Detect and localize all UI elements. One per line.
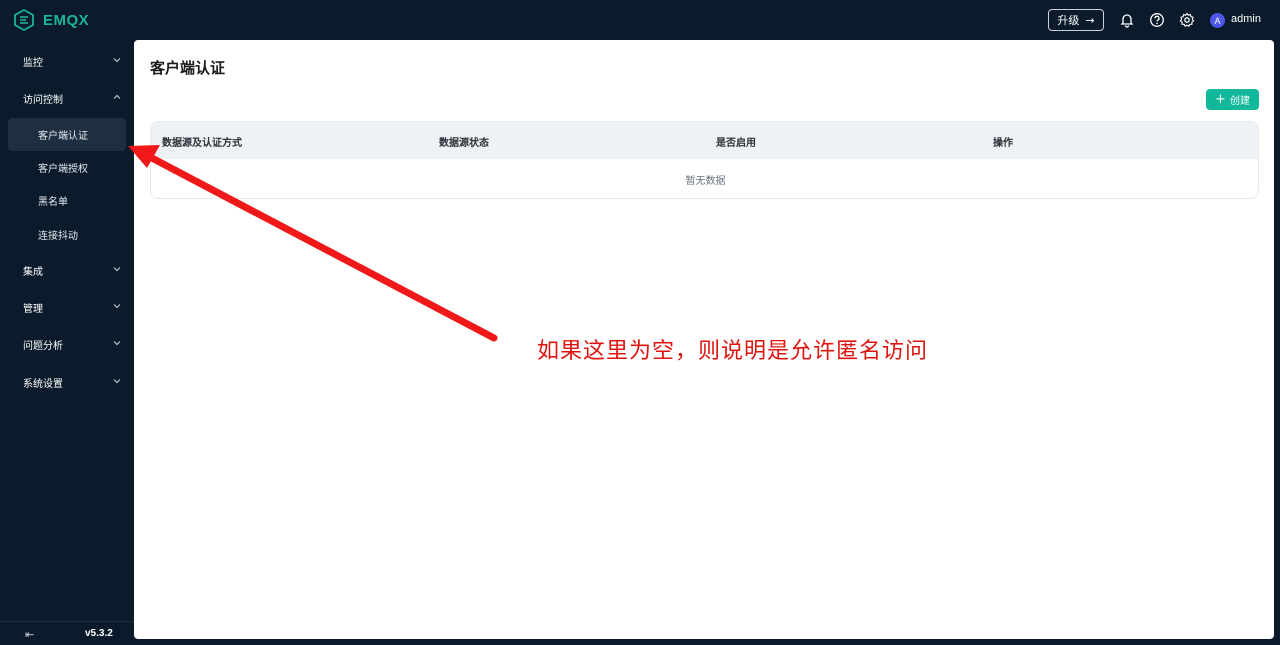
- annotation-arrow: [128, 145, 498, 342]
- annotation-text: 如果这里为空，则说明是允许匿名访问: [537, 339, 929, 364]
